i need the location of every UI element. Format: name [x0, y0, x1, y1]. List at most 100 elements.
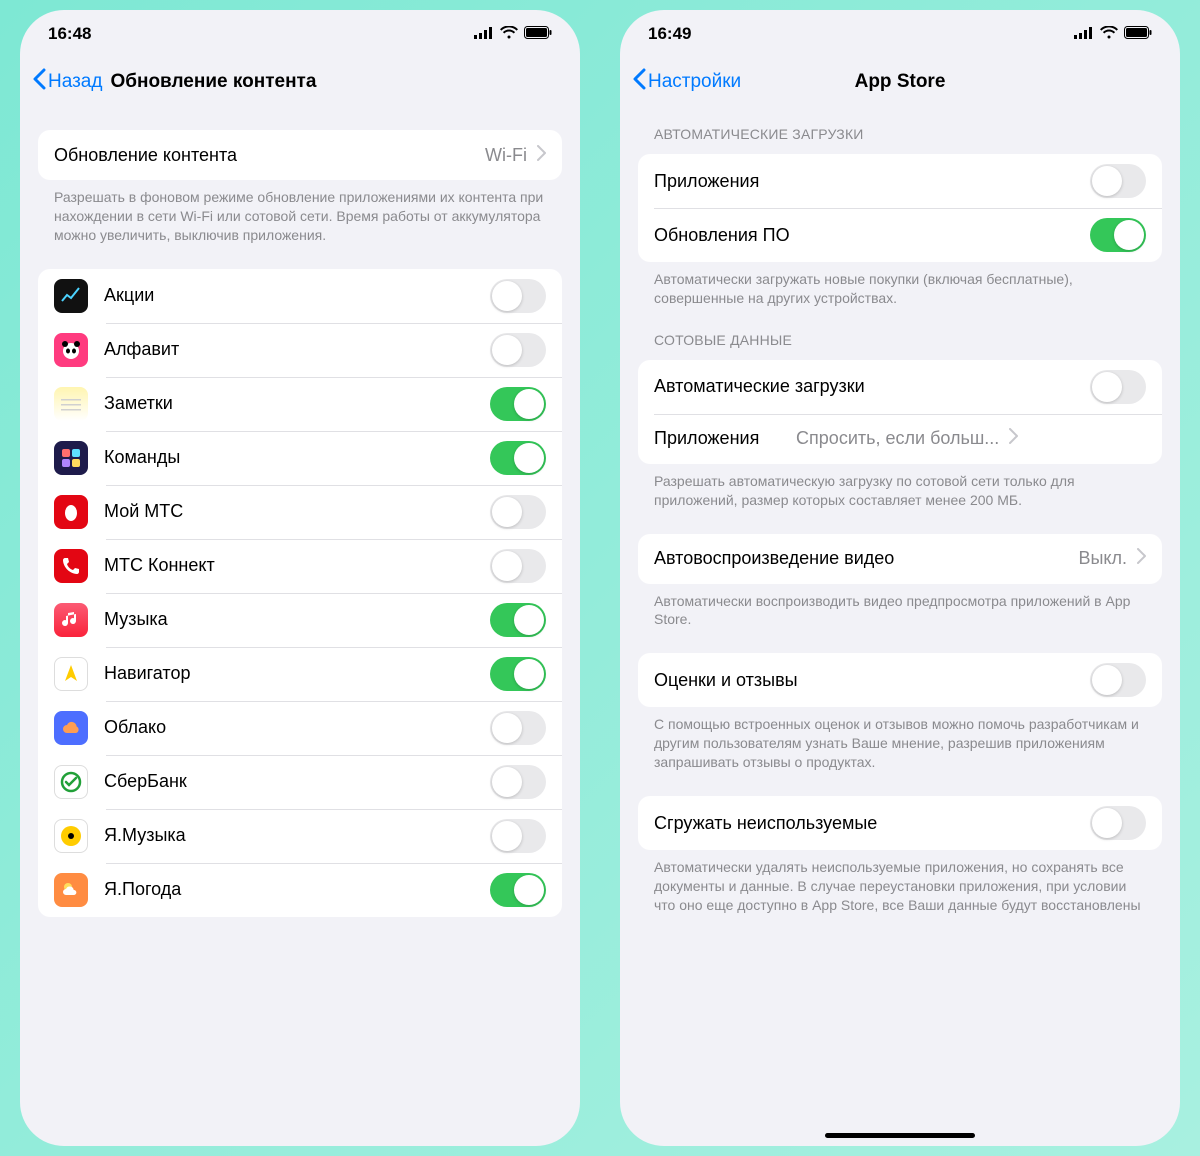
app-row[interactable]: Я.Музыка: [38, 809, 562, 863]
nav-bar: Настройки App Store: [620, 58, 1180, 106]
app-row[interactable]: СберБанк: [38, 755, 562, 809]
row-value: Выкл.: [1078, 548, 1127, 569]
app-toggle[interactable]: [490, 819, 546, 853]
cellular-icon: [474, 24, 494, 44]
app-row[interactable]: Алфавит: [38, 323, 562, 377]
app-row[interactable]: Команды: [38, 431, 562, 485]
app-name: МТС Коннект: [104, 555, 490, 576]
app-name: Я.Музыка: [104, 825, 490, 846]
wifi-icon: [1100, 24, 1118, 44]
cellular-group: Автоматические загрузки Приложения Спрос…: [638, 360, 1162, 464]
app-toggle[interactable]: [490, 711, 546, 745]
offload-footer: Автоматически удалять неиспользуемые при…: [638, 850, 1162, 919]
app-row[interactable]: Акции: [38, 269, 562, 323]
toggle-reviews[interactable]: [1090, 663, 1146, 697]
row-video-autoplay[interactable]: Автовоспроизведение видео Выкл.: [638, 534, 1162, 584]
app-icon: [54, 657, 88, 691]
app-row[interactable]: Навигатор: [38, 647, 562, 701]
back-label: Назад: [48, 71, 102, 93]
reviews-footer: С помощью встроенных оценок и отзывов мо…: [638, 707, 1162, 776]
app-toggle[interactable]: [490, 765, 546, 799]
phone-right: 16:49 Настройки App Store АВТОМАТИЧЕСКИЕ…: [620, 10, 1180, 1146]
status-time: 16:48: [48, 24, 91, 44]
battery-icon: [524, 24, 552, 44]
row-apps-download[interactable]: Приложения: [638, 154, 1162, 208]
app-toggle[interactable]: [490, 495, 546, 529]
app-row[interactable]: МТС Коннект: [38, 539, 562, 593]
app-toggle[interactable]: [490, 279, 546, 313]
row-software-updates[interactable]: Обновления ПО: [638, 208, 1162, 262]
chevron-right-icon: [1137, 548, 1146, 569]
home-indicator[interactable]: [825, 1133, 975, 1138]
auto-downloads-group: Приложения Обновления ПО: [638, 154, 1162, 262]
status-icons: [1074, 24, 1152, 44]
nav-bar: Назад Обновление контента: [20, 58, 580, 106]
app-toggle[interactable]: [490, 873, 546, 907]
app-icon: [54, 873, 88, 907]
app-name: Музыка: [104, 609, 490, 630]
app-name: Я.Погода: [104, 879, 490, 900]
chevron-left-icon: [32, 68, 46, 96]
phone-left: 16:48 Назад Обновление контента Обновлен…: [20, 10, 580, 1146]
video-group: Автовоспроизведение видео Выкл.: [638, 534, 1162, 584]
toggle-apps-download[interactable]: [1090, 164, 1146, 198]
app-toggle[interactable]: [490, 441, 546, 475]
chevron-right-icon: [1009, 428, 1018, 449]
row-label: Обновления ПО: [654, 225, 1090, 246]
row-offload[interactable]: Сгружать неиспользуемые: [638, 796, 1162, 850]
cellular-footer: Разрешать автоматическую загрузку по сот…: [638, 464, 1162, 514]
mode-label: Обновление контента: [54, 145, 485, 166]
app-icon: [54, 711, 88, 745]
mode-row[interactable]: Обновление контента Wi-Fi: [38, 130, 562, 180]
app-row[interactable]: Заметки: [38, 377, 562, 431]
app-toggle[interactable]: [490, 333, 546, 367]
row-cellular-auto[interactable]: Автоматические загрузки: [638, 360, 1162, 414]
reviews-group: Оценки и отзывы: [638, 653, 1162, 707]
apps-group: Акции Алфавит Заметки Команды Мой МТС МТС Кон…: [38, 269, 562, 917]
app-icon: [54, 387, 88, 421]
toggle-cellular-auto[interactable]: [1090, 370, 1146, 404]
app-row[interactable]: Музыка: [38, 593, 562, 647]
app-name: СберБанк: [104, 771, 490, 792]
back-button[interactable]: Назад: [32, 68, 102, 96]
row-reviews[interactable]: Оценки и отзывы: [638, 653, 1162, 707]
row-value: Спросить, если больш...: [769, 428, 999, 449]
app-name: Навигатор: [104, 663, 490, 684]
back-button[interactable]: Настройки: [632, 68, 741, 96]
app-icon: [54, 549, 88, 583]
mode-footer: Разрешать в фоновом режиме обновление пр…: [38, 180, 562, 249]
app-name: Команды: [104, 447, 490, 468]
app-name: Облако: [104, 717, 490, 738]
app-row[interactable]: Мой МТС: [38, 485, 562, 539]
row-label: Автоматические загрузки: [654, 376, 1090, 397]
section-header-auto-downloads: АВТОМАТИЧЕСКИЕ ЗАГРУЗКИ: [638, 106, 1162, 150]
page-title: Обновление контента: [110, 71, 316, 93]
content-area: АВТОМАТИЧЕСКИЕ ЗАГРУЗКИ Приложения Обнов…: [620, 106, 1180, 1146]
app-icon: [54, 333, 88, 367]
app-toggle[interactable]: [490, 657, 546, 691]
app-icon: [54, 441, 88, 475]
cellular-icon: [1074, 24, 1094, 44]
app-toggle[interactable]: [490, 603, 546, 637]
app-icon: [54, 603, 88, 637]
app-row[interactable]: Я.Погода: [38, 863, 562, 917]
app-icon: [54, 495, 88, 529]
app-icon: [54, 279, 88, 313]
app-toggle[interactable]: [490, 387, 546, 421]
toggle-offload[interactable]: [1090, 806, 1146, 840]
app-toggle[interactable]: [490, 549, 546, 583]
status-icons: [474, 24, 552, 44]
toggle-software-updates[interactable]: [1090, 218, 1146, 252]
row-label: Оценки и отзывы: [654, 670, 1090, 691]
row-cellular-apps[interactable]: Приложения Спросить, если больш...: [638, 414, 1162, 464]
status-bar: 16:48: [20, 10, 580, 58]
wifi-icon: [500, 24, 518, 44]
content-area: Обновление контента Wi-Fi Разрешать в фо…: [20, 106, 580, 1146]
row-label: Сгружать неиспользуемые: [654, 813, 1090, 834]
app-name: Заметки: [104, 393, 490, 414]
section-header-cellular: СОТОВЫЕ ДАННЫЕ: [638, 312, 1162, 356]
status-bar: 16:49: [620, 10, 1180, 58]
app-name: Акции: [104, 285, 490, 306]
mode-group: Обновление контента Wi-Fi: [38, 130, 562, 180]
app-row[interactable]: Облако: [38, 701, 562, 755]
